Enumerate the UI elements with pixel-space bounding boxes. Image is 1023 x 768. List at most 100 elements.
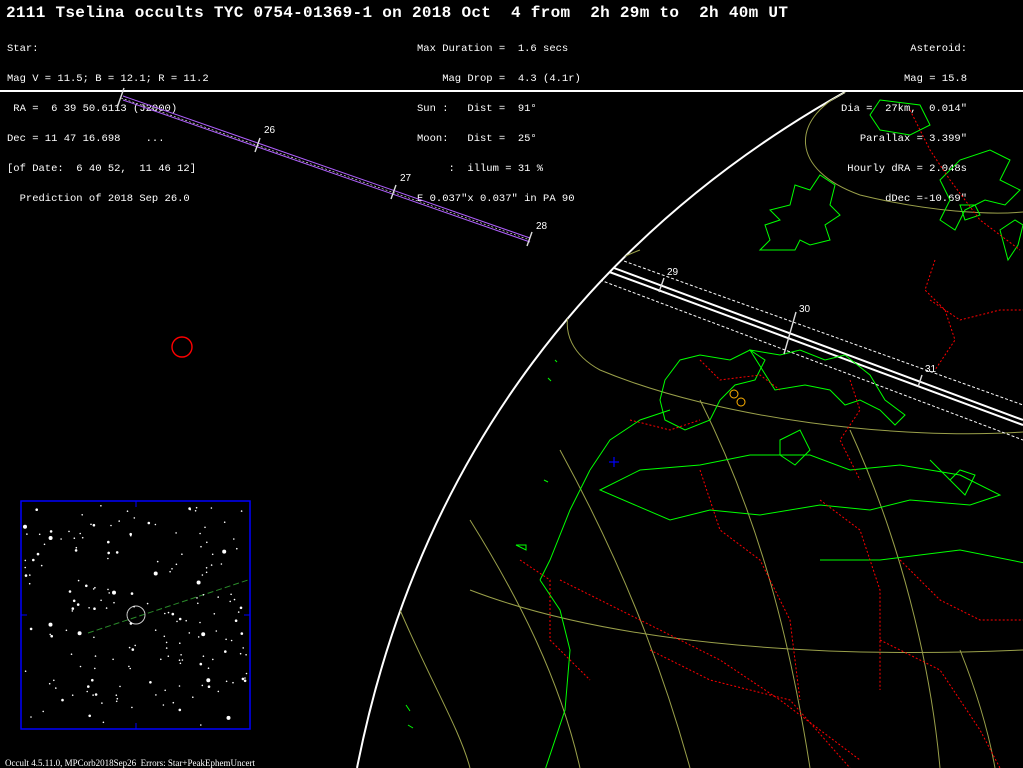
finder-star [171, 568, 173, 570]
finder-star [105, 607, 108, 609]
tick-mark [254, 137, 261, 153]
finder-star [225, 680, 228, 683]
finder-star [167, 655, 170, 657]
finder-star [72, 599, 76, 603]
tick-label-28: 28 [536, 221, 548, 232]
finder-star [195, 506, 198, 509]
finder-star [76, 603, 80, 606]
finder-star [74, 549, 78, 552]
finder-star [110, 524, 112, 527]
software-footer: Occult 4.5.11.0, MPCorb2018Sep26 Errors:… [5, 758, 255, 768]
tick-label-27: 27 [400, 173, 412, 184]
finder-star [108, 592, 110, 594]
finder-star [241, 677, 245, 681]
finder-star [92, 588, 95, 590]
finder-star [115, 700, 118, 703]
site-marker-circle-icon [729, 389, 739, 399]
finder-star [61, 698, 64, 702]
finder-star [205, 567, 208, 569]
finder-star [48, 536, 53, 540]
finder-star [116, 697, 119, 700]
finder-star [210, 564, 213, 566]
finder-star [24, 559, 27, 562]
finder-star [107, 540, 110, 544]
finder-star [233, 598, 236, 601]
finder-star [79, 665, 82, 668]
finder-star [188, 632, 191, 634]
finder-star [112, 590, 116, 595]
finder-star [129, 622, 133, 625]
finder-star [171, 612, 175, 616]
finder-star [129, 667, 131, 670]
finder-star [75, 546, 78, 549]
finder-star [223, 521, 226, 523]
finder-star [131, 706, 133, 709]
finder-star [199, 532, 201, 535]
sub-point-cross-icon [609, 457, 619, 467]
finder-star [50, 634, 53, 638]
finder-star [93, 636, 95, 639]
finder-star [233, 538, 235, 540]
finder-star [42, 710, 44, 713]
finder-star [165, 647, 168, 649]
star-finder-chart [20, 500, 251, 730]
finder-star [38, 533, 41, 536]
finder-star [107, 588, 109, 591]
finder-star [160, 658, 162, 661]
finder-star [130, 592, 134, 595]
finder-star [126, 510, 129, 512]
finder-star [29, 574, 31, 576]
finder-star [115, 551, 119, 554]
finder-star [178, 685, 181, 687]
finder-star [200, 724, 202, 726]
finder-star [101, 702, 103, 704]
finder-star [26, 533, 28, 535]
finder-star [71, 610, 74, 612]
finder-star [102, 721, 105, 724]
finder-star [236, 547, 238, 550]
finder-star [181, 553, 183, 555]
finder-star [222, 549, 227, 554]
finder-star [202, 655, 205, 657]
finder-star [65, 629, 68, 632]
finder-star [212, 658, 214, 661]
finder-star [217, 690, 220, 693]
finder-star [178, 659, 181, 661]
finder-star [146, 602, 149, 605]
finder-star [206, 678, 211, 683]
site-marker-circle-icon [736, 397, 746, 407]
finder-star [154, 523, 157, 526]
finder-star [79, 532, 81, 535]
finder-star [201, 684, 204, 687]
finder-star [153, 571, 158, 576]
finder-star [239, 606, 243, 610]
finder-star [164, 689, 166, 692]
finder-star [188, 507, 191, 510]
finder-star [180, 654, 182, 656]
finder-star [48, 622, 53, 627]
finder-star [49, 633, 51, 636]
finder-star [71, 694, 74, 696]
finder-star [115, 694, 118, 696]
finder-star [224, 650, 227, 653]
finder-star [133, 606, 135, 608]
finder-star [206, 541, 208, 544]
finder-star [196, 580, 201, 585]
finder-star [156, 560, 159, 563]
finder-star [220, 563, 223, 565]
finder-star [240, 632, 244, 635]
tick-label-29: 29 [667, 267, 679, 278]
finder-star [71, 607, 75, 610]
finder-star [179, 662, 182, 665]
finder-star [55, 687, 57, 689]
finder-star [70, 653, 73, 655]
finder-star [85, 584, 88, 588]
tick-label-31: 31 [925, 364, 937, 375]
finder-star [93, 607, 96, 610]
globe-map: 26 27 28 29 30 31 [20, 87, 1023, 768]
finder-star [90, 523, 92, 526]
finder-star [48, 682, 51, 685]
finder-star [87, 685, 90, 688]
finder-star [92, 523, 96, 527]
finder-star [112, 658, 114, 661]
